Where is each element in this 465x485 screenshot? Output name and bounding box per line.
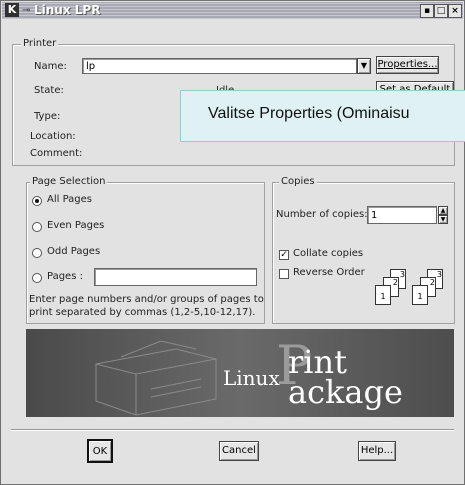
even-pages-radio[interactable] [32, 222, 42, 232]
window-title: Linux LPR [34, 3, 101, 17]
collate-checkbox[interactable]: ✓ [279, 250, 289, 260]
chevron-down-icon[interactable]: ▼ [357, 58, 371, 74]
spin-down-icon[interactable]: ▼ [438, 215, 448, 224]
odd-pages-label: Odd Pages [47, 246, 101, 257]
reverse-order-label: Reverse Order [293, 267, 365, 278]
kde-logo-icon[interactable]: K [5, 3, 19, 17]
lpr-window: K ⊸ Linux LPR ▪ □ × Printer Name: lp ▼ P… [0, 0, 465, 485]
state-label: State: [34, 85, 64, 96]
bottom-separator [11, 429, 454, 431]
printer-icon [95, 340, 217, 416]
page-selection-legend: Page Selection [30, 176, 108, 187]
location-label: Location: [30, 131, 76, 142]
even-pages-label: Even Pages [47, 220, 105, 231]
banner-linux-text: Linux [223, 366, 280, 390]
reverse-order-checkbox[interactable] [279, 269, 289, 279]
instruction-tooltip: Valitse Properties (Ominaisu [180, 90, 465, 142]
copies-input[interactable]: 1 [367, 206, 437, 224]
printer-name-select[interactable]: lp [82, 58, 357, 74]
all-pages-label: All Pages [47, 194, 92, 205]
name-label: Name: [34, 61, 67, 72]
properties-button[interactable]: Properties... [376, 56, 439, 74]
pages-input[interactable] [94, 268, 257, 286]
title-bar[interactable]: K ⊸ Linux LPR ▪ □ × [2, 2, 463, 19]
banner-package-text: ackage [288, 373, 403, 411]
comment-label: Comment: [30, 148, 83, 159]
minimize-button[interactable]: ▪ [420, 4, 434, 18]
spin-up-icon[interactable]: ▲ [438, 206, 448, 215]
collate-illustration-icon: 3 2 1 3 2 1 [372, 265, 452, 305]
collate-label: Collate copies [293, 248, 364, 259]
collate-page: 1 [412, 285, 428, 305]
printer-legend: Printer [21, 38, 59, 49]
help-button[interactable]: Help... [358, 441, 396, 461]
tooltip-text: Valitse Properties (Ominaisu [208, 105, 410, 122]
pages-label: Pages : [47, 271, 83, 282]
number-of-copies-label: Number of copies: [276, 209, 368, 220]
odd-pages-radio[interactable] [32, 248, 42, 258]
all-pages-radio[interactable] [32, 196, 42, 206]
pages-hint-line2: print separated by commas (1,2-5,10-12,1… [29, 307, 256, 318]
linux-print-package-banner: Linux P rint ackage [26, 329, 454, 417]
cancel-button[interactable]: Cancel [219, 441, 259, 461]
maximize-button[interactable]: □ [434, 4, 448, 18]
ok-button[interactable]: OK [87, 439, 113, 463]
close-button[interactable]: × [448, 4, 462, 18]
pages-hint-line1: Enter page numbers and/or groups of page… [29, 294, 264, 305]
pages-radio[interactable] [32, 273, 42, 283]
collate-page: 1 [375, 285, 391, 305]
copies-legend: Copies [279, 176, 317, 187]
properties-button-label: Properties... [377, 59, 438, 70]
pin-icon[interactable]: ⊸ [22, 2, 30, 19]
type-label: Type: [34, 111, 61, 122]
